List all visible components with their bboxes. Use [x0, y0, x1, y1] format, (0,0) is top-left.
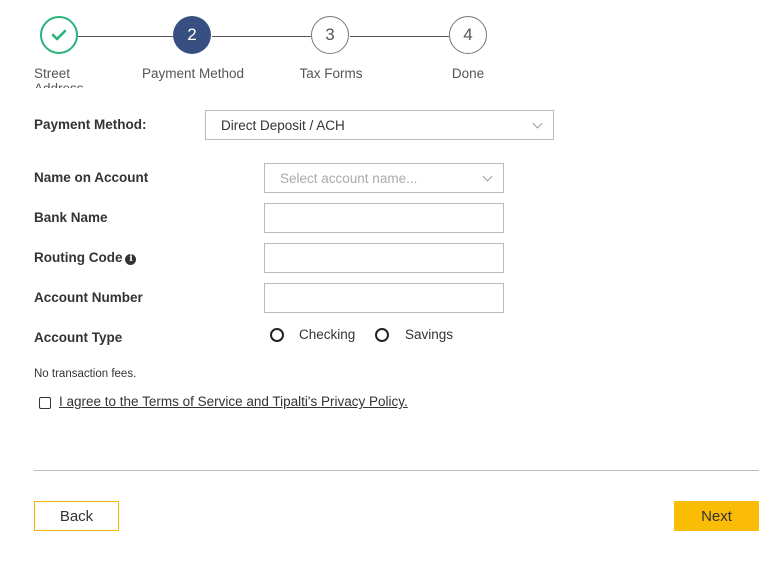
account-number-label: Account Number [34, 290, 143, 305]
routing-code-input[interactable] [264, 243, 504, 273]
step-3-circle: 3 [311, 16, 349, 54]
step-4-number: 4 [463, 25, 473, 44]
step-3-number: 3 [325, 25, 335, 44]
next-button[interactable]: Next [674, 501, 759, 531]
account-number-input[interactable] [264, 283, 504, 313]
stepper-connector [212, 36, 311, 37]
stepper-connector [350, 36, 449, 37]
footer-divider [34, 470, 759, 471]
step-1-circle[interactable] [40, 16, 78, 54]
account-type-label: Account Type [34, 330, 123, 345]
bank-name-label: Bank Name [34, 210, 108, 225]
step-2-label: Payment Method [141, 66, 245, 81]
name-on-account-label: Name on Account [34, 170, 149, 185]
back-button[interactable]: Back [34, 501, 119, 531]
checking-label[interactable]: Checking [299, 327, 355, 342]
payment-method-value: Direct Deposit / ACH [221, 117, 345, 133]
step-2-number: 2 [187, 25, 197, 44]
step-3-label: Tax Forms [299, 66, 363, 81]
agree-checkbox[interactable] [39, 397, 51, 409]
checking-radio[interactable] [270, 328, 284, 342]
checkmark-icon [51, 29, 67, 41]
chevron-down-icon [532, 118, 543, 129]
agree-terms-link[interactable]: I agree to the Terms of Service and Tipa… [59, 394, 408, 409]
step-4-circle: 4 [449, 16, 487, 54]
step-2-circle: 2 [173, 16, 211, 54]
step-4-label: Done [451, 66, 485, 81]
fees-note: No transaction fees. [34, 368, 137, 380]
step-1-label[interactable]: Street Address [34, 66, 94, 88]
info-icon[interactable]: i [125, 254, 137, 265]
progress-stepper: 2 3 4 Street Address Payment Method Tax … [0, 0, 784, 95]
bank-name-input[interactable] [264, 203, 504, 233]
stepper-connector [78, 36, 173, 37]
routing-code-label-text: Routing Code [34, 250, 123, 265]
name-on-account-select[interactable]: Select account name... [264, 163, 504, 193]
name-on-account-placeholder: Select account name... [280, 170, 418, 186]
payment-method-label: Payment Method: [34, 117, 147, 132]
savings-label[interactable]: Savings [405, 327, 453, 342]
savings-radio[interactable] [375, 328, 389, 342]
routing-code-label: Routing Code i [34, 250, 137, 265]
payment-method-select[interactable]: Direct Deposit / ACH [205, 110, 554, 140]
chevron-down-icon [482, 171, 493, 182]
